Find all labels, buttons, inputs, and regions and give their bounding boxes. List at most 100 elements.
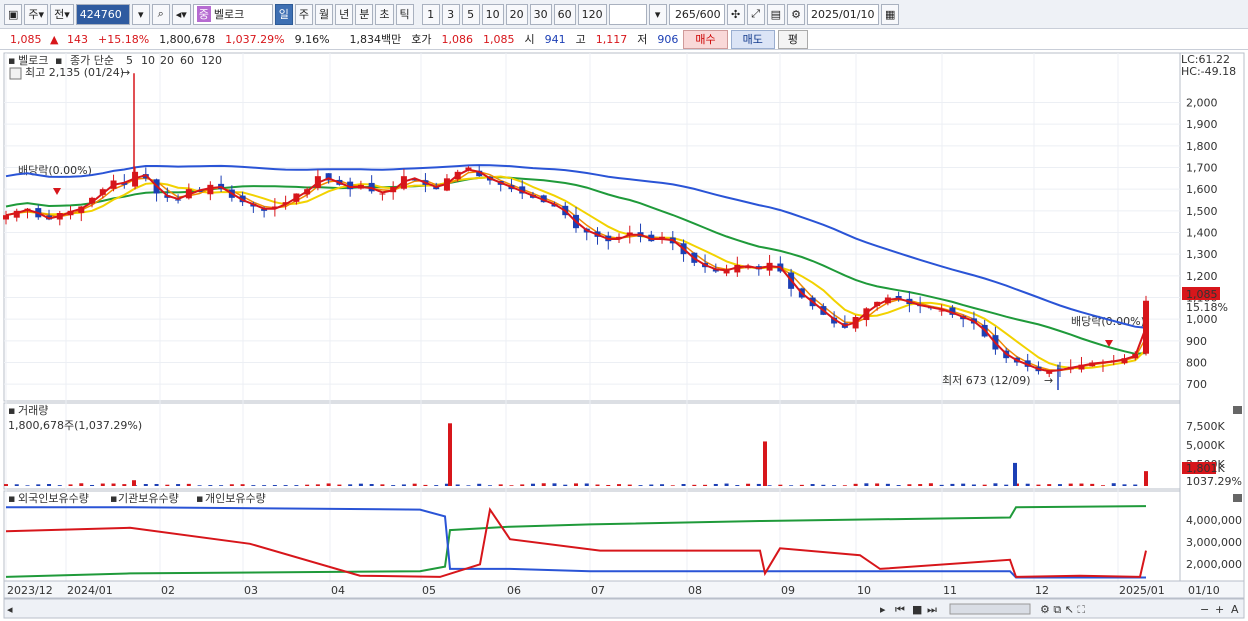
volume-bar xyxy=(14,484,19,486)
auto-scale-icon[interactable]: A xyxy=(1231,603,1239,616)
sell-button[interactable]: 매도 xyxy=(730,29,775,49)
trend-tool-icon[interactable]: ⤢ xyxy=(746,3,765,25)
x-axis-label: 02 xyxy=(161,584,175,597)
volume-bar xyxy=(122,484,127,486)
crosshair-icon[interactable]: ✣ xyxy=(726,3,745,25)
interval-label: 10 xyxy=(485,7,500,21)
volume-bar xyxy=(100,483,105,486)
price-tick: 900 xyxy=(1186,335,1207,348)
volume-bar xyxy=(369,484,374,486)
turnover-rate: 9.16% xyxy=(294,32,330,46)
panel-marker-icon: ▪ xyxy=(8,404,15,417)
zoom-out-icon[interactable]: − xyxy=(1200,603,1209,616)
interval-3-button[interactable]: 3 xyxy=(441,3,460,25)
x-axis-label: 11 xyxy=(943,584,957,597)
rewind-icon[interactable]: ⏮ xyxy=(895,603,905,616)
low-price: 906 xyxy=(657,32,679,46)
volume-panel xyxy=(3,402,1181,490)
forward-icon[interactable]: ⏭ xyxy=(927,603,937,616)
quote-label: 호가 xyxy=(411,33,432,46)
stock-chart[interactable]: ▪ 벨로크 ▪ 종가 단순 5 10 20 60 120 최고 2,135 (0… xyxy=(0,50,1248,621)
stock-name-field[interactable]: 중 벨로크 xyxy=(192,3,273,25)
period-day-button[interactable]: 일 xyxy=(274,3,293,25)
panel-close-icon[interactable] xyxy=(1233,494,1242,502)
layout-icon[interactable]: ▣ xyxy=(4,3,23,25)
volume-info: 1,800,678주(1,037.29%) xyxy=(8,419,142,432)
interval-60-button[interactable]: 60 xyxy=(553,3,576,25)
interval-label: 1 xyxy=(427,7,435,21)
scroll-right-icon[interactable]: ▸ xyxy=(880,603,886,616)
zoom-in-icon[interactable]: + xyxy=(1215,603,1224,616)
volume-spike-bar xyxy=(1013,462,1017,486)
low-marker-label: 최저 673 (12/09) xyxy=(942,374,1031,387)
interval-30-button[interactable]: 30 xyxy=(529,3,552,25)
speaker-icon[interactable]: ◂▾ xyxy=(171,3,191,25)
volume-bar xyxy=(875,483,880,486)
volume-bar xyxy=(315,484,320,486)
volume-bar xyxy=(509,485,514,486)
interval-20-button[interactable]: 20 xyxy=(505,3,528,25)
ask-price: 1,086 xyxy=(441,32,474,46)
calendar-icon[interactable]: ▦ xyxy=(881,3,900,25)
legend-ma120: 120 xyxy=(201,54,222,67)
volume-bar xyxy=(692,484,697,486)
volume-bar xyxy=(487,485,492,486)
open-label: 시 xyxy=(524,33,535,46)
tool-icons[interactable]: ⚙ ⧉ ↖ ⛶ xyxy=(1040,603,1085,616)
legend-ma20: 20 xyxy=(160,54,174,67)
period-minute-button[interactable]: 분 xyxy=(355,3,374,25)
date-field[interactable]: 2025/01/10 xyxy=(807,3,880,25)
current-price: 1,085 ▲ xyxy=(0,33,62,46)
period-year-button[interactable]: 년 xyxy=(335,3,354,25)
volume-bar xyxy=(25,485,30,486)
interval-120-button[interactable]: 120 xyxy=(577,3,607,25)
gear-icon[interactable]: ⚙ xyxy=(787,3,806,25)
interval-1-button[interactable]: 1 xyxy=(421,3,440,25)
high-marker-arrow: → xyxy=(121,66,130,79)
price-change: 143 xyxy=(67,32,88,46)
search-icon[interactable]: ⌕ xyxy=(151,3,170,25)
volume-bar xyxy=(391,485,396,486)
zoom-slider[interactable] xyxy=(949,603,1031,615)
period-tick-button[interactable]: 틱 xyxy=(395,3,414,25)
custom-interval-input[interactable] xyxy=(608,3,647,25)
interval-dropdown-icon[interactable]: ▾ xyxy=(648,3,667,25)
panel-close-icon[interactable] xyxy=(1233,406,1242,414)
price-tick: 1,900 xyxy=(1186,118,1218,131)
save-icon[interactable]: ▤ xyxy=(766,3,786,25)
low-label: 저 xyxy=(637,33,648,46)
current-price-value: 1,085 xyxy=(10,32,42,46)
stock-code-input[interactable]: 424760 xyxy=(75,3,130,25)
bid-price: 1,085 xyxy=(483,32,515,46)
volume-bar xyxy=(735,485,740,486)
volume-bar xyxy=(283,485,288,486)
volume-bar xyxy=(810,484,815,486)
interval-10-button[interactable]: 10 xyxy=(481,3,504,25)
volume-bar xyxy=(767,485,772,486)
volume-tag-text: 1,801K xyxy=(1186,462,1225,475)
period-week-button[interactable]: 주 xyxy=(294,3,314,25)
scroll-left-icon[interactable]: ◂ xyxy=(7,603,13,616)
price-tick: 1,400 xyxy=(1186,227,1218,240)
data-count-field[interactable]: 265/600 xyxy=(668,3,725,25)
buy-button[interactable]: 매수 xyxy=(683,29,728,49)
candle-body xyxy=(659,236,666,239)
code-dropdown-icon[interactable]: ▾ xyxy=(131,3,150,25)
period-type-select[interactable]: 주 ▾ xyxy=(24,3,49,25)
volume-bar xyxy=(294,485,299,486)
market-select[interactable]: 전 ▾ xyxy=(50,3,74,25)
x-axis-label: 2025/01 xyxy=(1119,584,1165,597)
stop-icon[interactable]: ■ xyxy=(912,603,922,616)
buy-label: 매수 xyxy=(695,33,716,46)
volume-bar xyxy=(1068,483,1073,486)
period-month-button[interactable]: 월 xyxy=(315,3,334,25)
price-tick: 800 xyxy=(1186,357,1207,370)
current-pct-tag-text: 15.18% xyxy=(1186,301,1228,314)
interval-5-button[interactable]: 5 xyxy=(461,3,480,25)
period-second-button[interactable]: 초 xyxy=(375,3,394,25)
evaluate-button[interactable]: 평 xyxy=(777,29,809,49)
panel-marker-icon: ▪ xyxy=(110,492,117,505)
volume-bar xyxy=(821,484,826,486)
grid-toggle-icon[interactable] xyxy=(9,67,22,80)
volume-bar xyxy=(176,484,181,486)
